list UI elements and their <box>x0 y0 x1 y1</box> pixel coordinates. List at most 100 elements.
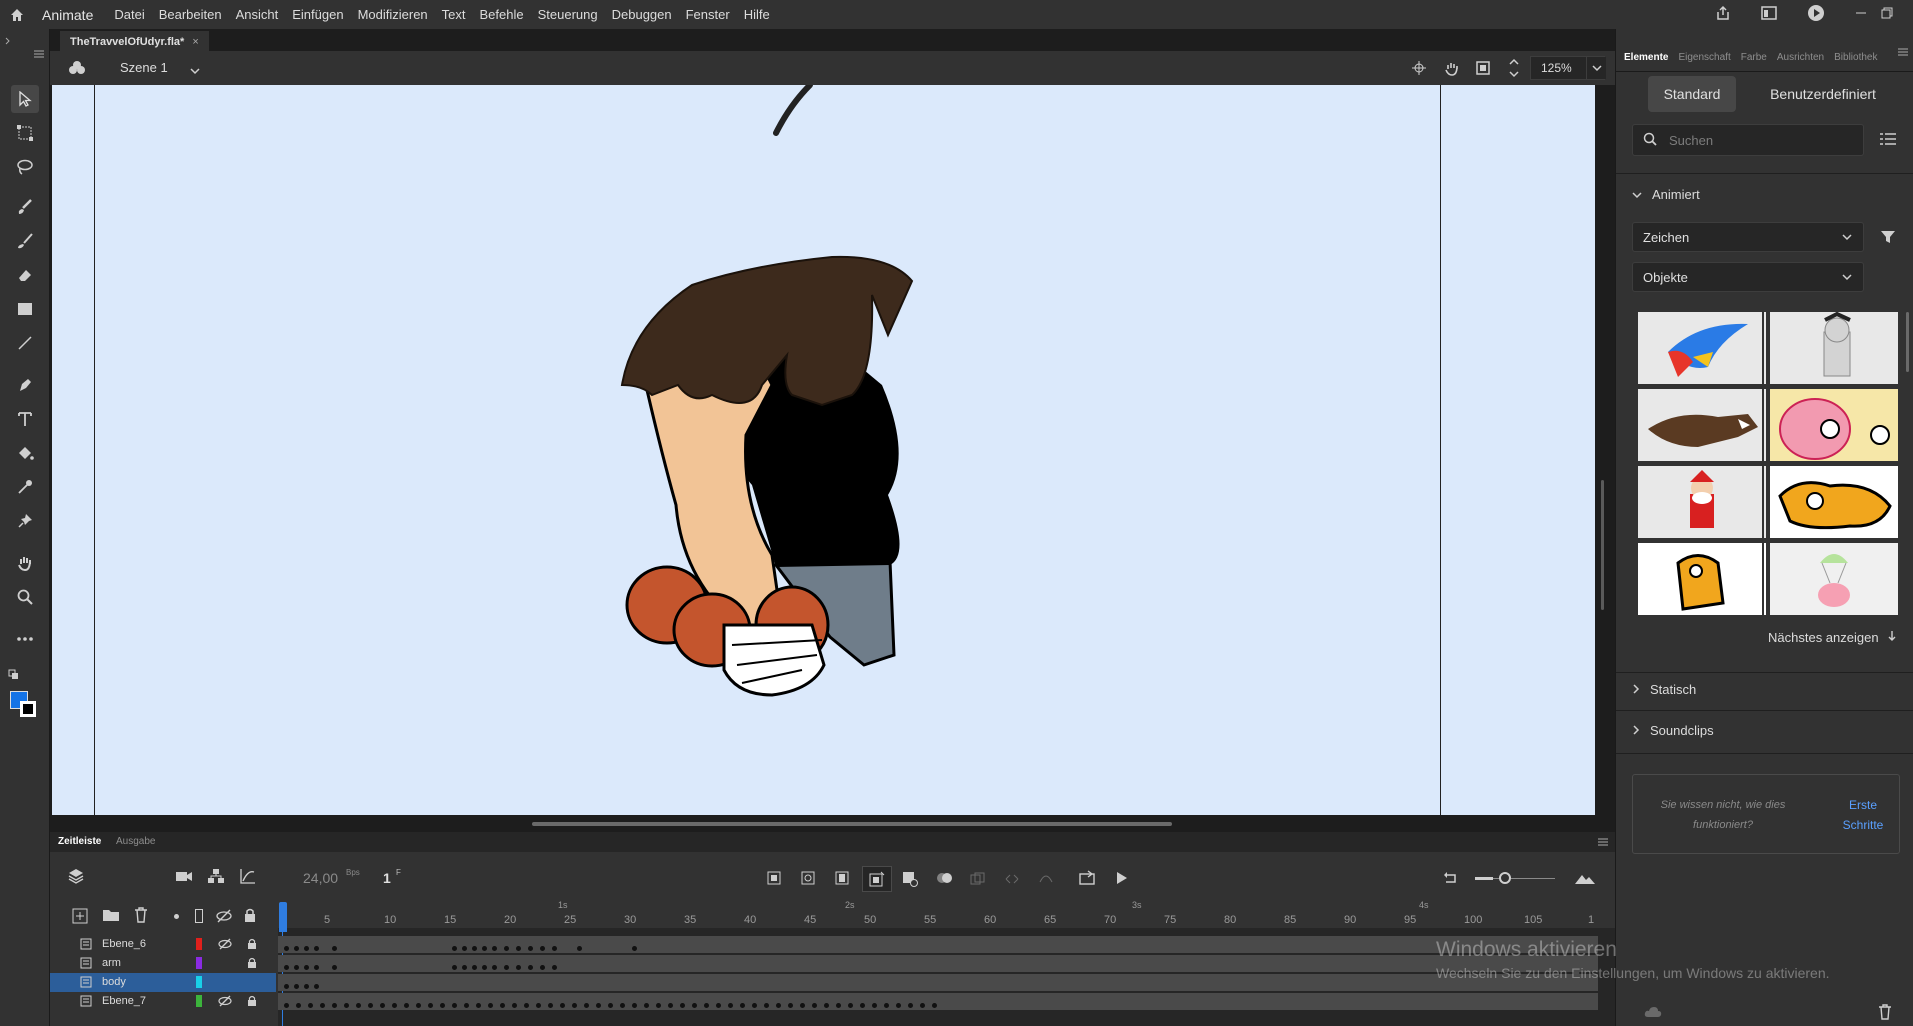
tab-timeline[interactable]: Zeitleiste <box>58 836 101 847</box>
lock-all-icon[interactable] <box>244 908 256 926</box>
keyframe-marker[interactable] <box>608 1003 613 1008</box>
eraser-tool-icon[interactable] <box>11 261 39 289</box>
collapse-arrows-icon[interactable] <box>4 35 14 49</box>
keyframe-marker[interactable] <box>528 946 533 951</box>
keyframe-marker[interactable] <box>416 1003 421 1008</box>
keyframe-marker[interactable] <box>304 984 309 989</box>
keyframe-marker[interactable] <box>764 1003 769 1008</box>
home-icon[interactable] <box>0 0 34 29</box>
frames-area[interactable]: 1s 2s 3s 4s 5 10 15 20 25 30 35 40 45 50 55 60 65 70 75 80 8… <box>278 900 1615 1026</box>
layer-name[interactable]: body <box>102 976 126 988</box>
keyframe-marker[interactable] <box>728 1003 733 1008</box>
keyframe-marker[interactable] <box>500 1003 505 1008</box>
asset-dog-sitting[interactable] <box>1638 543 1766 615</box>
new-folder-icon[interactable] <box>102 908 120 925</box>
brush-tool-icon[interactable] <box>11 227 39 255</box>
layer-locked-icon[interactable] <box>247 938 257 953</box>
keyframe-marker[interactable] <box>836 1003 841 1008</box>
menu-item[interactable]: Debuggen <box>605 7 679 22</box>
stage-horizontal-scrollbar[interactable] <box>50 815 1615 832</box>
keyframe-marker[interactable] <box>320 1003 325 1008</box>
onion-skin-icon[interactable] <box>936 872 954 887</box>
zoom-tool-icon[interactable] <box>11 583 39 611</box>
tab-ausrichten[interactable]: Ausrichten <box>1777 52 1824 63</box>
layer-color-swatch[interactable] <box>196 995 202 1007</box>
loop-icon[interactable] <box>1078 870 1096 889</box>
auto-keyframe-icon[interactable] <box>862 866 892 892</box>
layer-locked-icon[interactable] <box>247 957 257 972</box>
stage-vertical-scrollbar[interactable] <box>1601 480 1604 610</box>
keyframe-marker[interactable] <box>314 984 319 989</box>
hand-tool-icon[interactable] <box>11 549 39 577</box>
mountain-zoom-icon[interactable] <box>1575 872 1595 887</box>
objects-dropdown[interactable]: Objekte <box>1632 262 1864 292</box>
asset-mummy[interactable] <box>1770 312 1898 384</box>
keyframe-marker[interactable] <box>462 946 467 951</box>
keyframe-marker[interactable] <box>294 946 299 951</box>
zoom-minus-icon[interactable] <box>1475 877 1493 880</box>
assets-scrollbar[interactable] <box>1906 312 1909 372</box>
layer-name[interactable]: Ebene_7 <box>102 995 146 1007</box>
keyframe-marker[interactable] <box>284 984 289 989</box>
keyframe-marker[interactable] <box>548 1003 553 1008</box>
keyframe-marker[interactable] <box>332 946 337 951</box>
keyframe-marker[interactable] <box>596 1003 601 1008</box>
keyframe-marker[interactable] <box>504 965 509 970</box>
keyframe-marker[interactable] <box>492 965 497 970</box>
outline-icon[interactable] <box>195 909 203 923</box>
camera-hand-icon[interactable] <box>1444 60 1460 79</box>
test-movie-icon[interactable] <box>1807 4 1825 25</box>
keyframe-marker[interactable] <box>620 1003 625 1008</box>
selection-tool-icon[interactable] <box>11 85 39 113</box>
section-static[interactable]: Statisch <box>1632 682 1696 697</box>
character-drawing[interactable] <box>52 85 1595 815</box>
keyframe-marker[interactable] <box>284 946 289 951</box>
keyframe-marker[interactable] <box>356 1003 361 1008</box>
minimize-icon[interactable] <box>1855 7 1867 22</box>
keyframe-marker[interactable] <box>572 1003 577 1008</box>
keyframe-marker[interactable] <box>512 1003 517 1008</box>
frame-row[interactable] <box>278 974 1598 991</box>
keyframe-marker[interactable] <box>294 984 299 989</box>
lasso-tool-icon[interactable] <box>11 153 39 181</box>
document-tab[interactable]: TheTravvelOfUdyr.fla* × <box>60 31 209 51</box>
text-tool-icon[interactable] <box>11 405 39 433</box>
keyframe-marker[interactable] <box>540 965 545 970</box>
camera-icon[interactable] <box>176 870 192 885</box>
keyframe-marker[interactable] <box>368 1003 373 1008</box>
keyframe-marker[interactable] <box>644 1003 649 1008</box>
search-input[interactable]: Suchen <box>1632 124 1864 156</box>
pen-tool-icon[interactable] <box>11 371 39 399</box>
timeline-menu-icon[interactable] <box>1598 838 1608 849</box>
close-tab-icon[interactable]: × <box>192 36 198 48</box>
zoom-stepper-icon[interactable] <box>1508 56 1520 83</box>
keyframe-marker[interactable] <box>472 965 477 970</box>
keyframe-marker[interactable] <box>452 946 457 951</box>
keyframe-marker[interactable] <box>656 1003 661 1008</box>
menu-item[interactable]: Ansicht <box>229 7 286 22</box>
tab-farbe[interactable]: Farbe <box>1741 52 1767 63</box>
keyframe-marker[interactable] <box>332 1003 337 1008</box>
layer-row[interactable]: body <box>50 973 276 992</box>
keyframe-marker[interactable] <box>824 1003 829 1008</box>
keyframe-marker[interactable] <box>296 1003 301 1008</box>
tab-eigenschaft[interactable]: Eigenschaft <box>1678 52 1730 63</box>
menu-item[interactable]: Befehle <box>473 7 531 22</box>
keyframe-marker[interactable] <box>552 965 557 970</box>
keyframe-marker[interactable] <box>908 1003 913 1008</box>
layer-color-swatch[interactable] <box>196 938 202 950</box>
highlight-layers-icon[interactable] <box>174 914 179 919</box>
custom-toggle[interactable]: Benutzerdefiniert <box>1748 76 1898 112</box>
panel-layout-icon[interactable] <box>1761 6 1777 23</box>
keyframe-marker[interactable] <box>440 1003 445 1008</box>
tab-bibliothek[interactable]: Bibliothek <box>1834 52 1877 63</box>
fps-value[interactable]: 24,00 <box>303 870 338 886</box>
keyframe-marker[interactable] <box>294 965 299 970</box>
keyframe-marker[interactable] <box>284 965 289 970</box>
keyframe-marker[interactable] <box>872 1003 877 1008</box>
layer-row[interactable]: arm <box>50 954 276 973</box>
scene-selector[interactable]: Szene 1 <box>120 60 168 75</box>
menu-item[interactable]: Datei <box>107 7 151 22</box>
keyframe-marker[interactable] <box>516 946 521 951</box>
list-view-icon[interactable] <box>1880 132 1896 149</box>
